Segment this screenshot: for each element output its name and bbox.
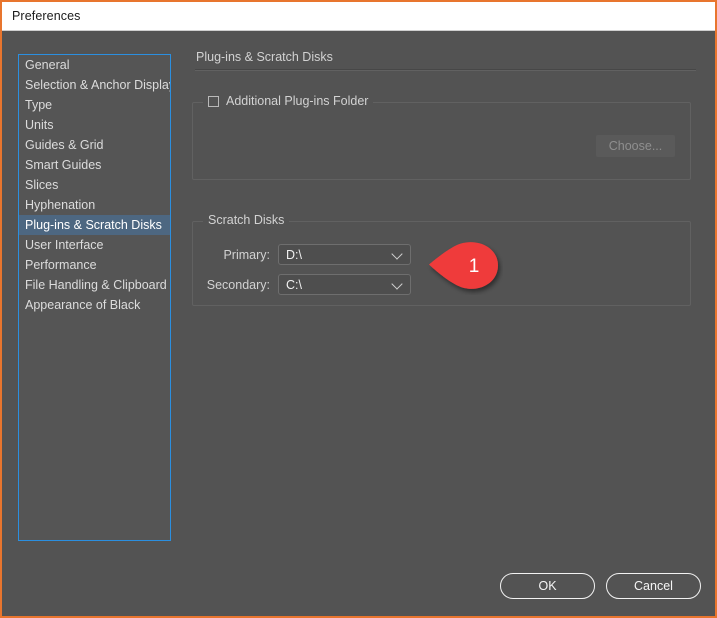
secondary-disk-dropdown[interactable]: C:\ (278, 274, 411, 295)
additional-plugins-legend[interactable]: Additional Plug-ins Folder (203, 94, 374, 108)
sidebar-item-user-interface[interactable]: User Interface (19, 235, 170, 255)
page-title: Plug-ins & Scratch Disks (196, 50, 333, 64)
annotation-marker-number: 1 (468, 256, 480, 277)
sidebar-item-file-handling-clipboard[interactable]: File Handling & Clipboard (19, 275, 170, 295)
primary-disk-label: Primary: (223, 247, 270, 262)
sidebar-item-type[interactable]: Type (19, 95, 170, 115)
sidebar-item-general[interactable]: General (19, 55, 170, 75)
scratch-disks-label: Scratch Disks (208, 213, 285, 227)
choose-button[interactable]: Choose... (596, 135, 675, 157)
secondary-disk-row: Secondary: C:\ (203, 274, 411, 295)
dialog-body: General Selection & Anchor Display Type Uni… (2, 32, 715, 616)
dialog-footer: OK Cancel (500, 573, 701, 599)
sidebar-item-smart-guides[interactable]: Smart Guides (19, 155, 170, 175)
preferences-dialog: Preferences General Selection & Anchor Di… (0, 0, 717, 618)
sidebar-item-performance[interactable]: Performance (19, 255, 170, 275)
cancel-button[interactable]: Cancel (606, 573, 701, 599)
additional-plugins-checkbox[interactable] (208, 95, 219, 107)
secondary-disk-value: C:\ (286, 277, 302, 292)
sidebar-item-selection-anchor-display[interactable]: Selection & Anchor Display (19, 75, 170, 95)
title-bar: Preferences (2, 2, 715, 31)
annotation-marker-1: 1 (427, 239, 503, 295)
chevron-down-icon (391, 247, 403, 260)
sidebar-item-slices[interactable]: Slices (19, 175, 170, 195)
additional-plugins-label: Additional Plug-ins Folder (226, 94, 369, 108)
category-list[interactable]: General Selection & Anchor Display Type Uni… (18, 54, 171, 541)
sidebar-item-appearance-of-black[interactable]: Appearance of Black (19, 295, 170, 315)
secondary-disk-label: Secondary: (206, 277, 270, 292)
sidebar-item-guides-grid[interactable]: Guides & Grid (19, 135, 170, 155)
primary-disk-row: Primary: D:\ (203, 244, 411, 265)
sidebar-item-plug-ins-scratch-disks[interactable]: Plug-ins & Scratch Disks (19, 215, 170, 235)
chevron-down-icon (391, 277, 403, 290)
header-divider (195, 69, 696, 71)
ok-button[interactable]: OK (500, 573, 595, 599)
settings-panel: Plug-ins & Scratch Disks (192, 50, 697, 71)
primary-disk-dropdown[interactable]: D:\ (278, 244, 411, 265)
additional-plugins-group: Additional Plug-ins Folder Choose... (192, 94, 691, 180)
sidebar-item-units[interactable]: Units (19, 115, 170, 135)
scratch-disks-legend: Scratch Disks (203, 213, 290, 227)
window-title: Preferences (12, 9, 81, 23)
primary-disk-value: D:\ (286, 247, 302, 262)
sidebar-item-hyphenation[interactable]: Hyphenation (19, 195, 170, 215)
